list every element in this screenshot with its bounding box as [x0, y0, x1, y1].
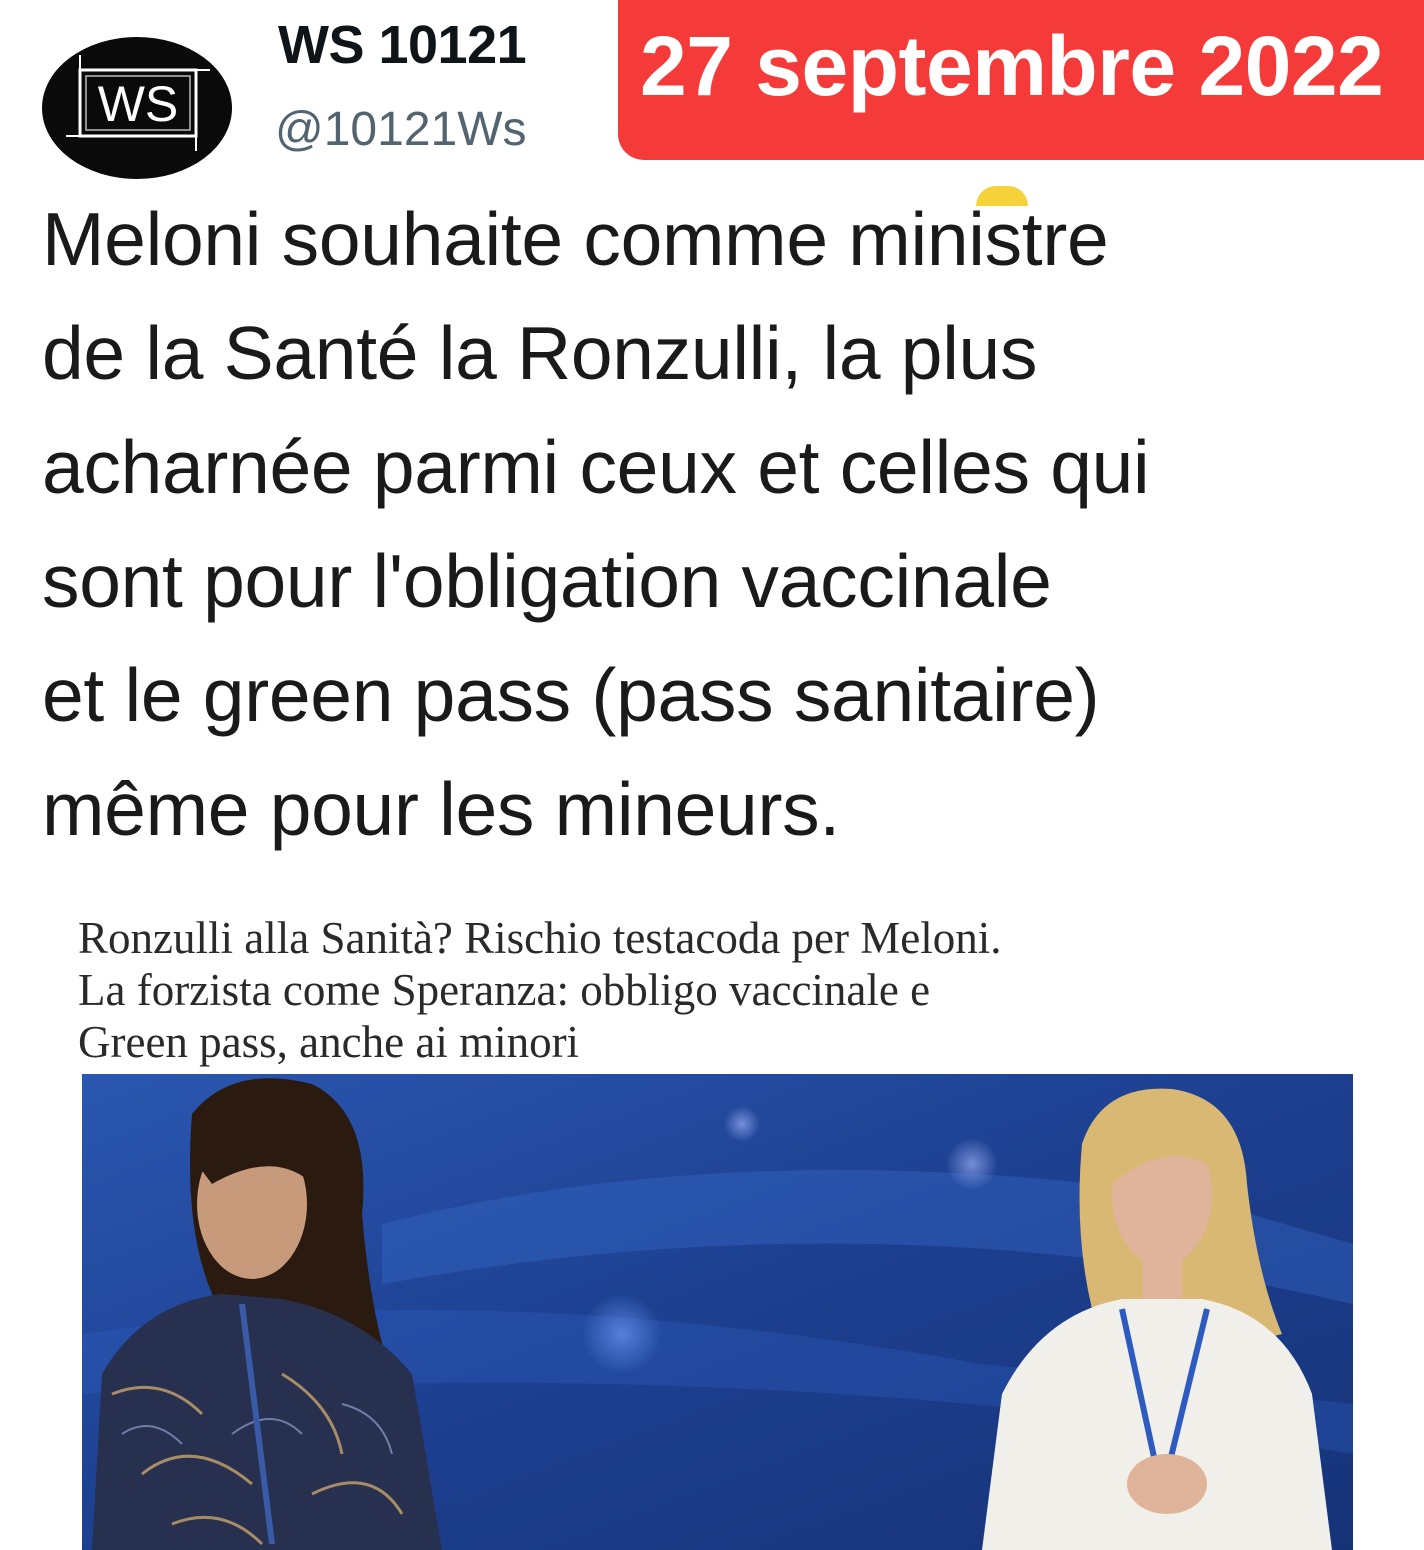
- tweet-text: Meloni souhaite comme ministre de la San…: [42, 182, 1412, 866]
- article-headline-line: Ronzulli alla Sanità? Rischio testacoda …: [78, 913, 1002, 963]
- author-display-name[interactable]: WS 10121: [278, 14, 527, 76]
- tweet-text-line: de la Santé la Ronzulli, la plus: [42, 311, 1038, 395]
- ws-logo-icon: WS: [66, 55, 210, 151]
- article-photo[interactable]: [82, 1074, 1353, 1550]
- tweet-text-line: sont pour l'obligation vaccinale: [42, 539, 1052, 623]
- date-badge-text: 27 septembre 2022: [640, 19, 1384, 113]
- embedded-article-image[interactable]: Ronzulli alla Sanità? Rischio testacoda …: [12, 900, 1424, 1550]
- svg-text:WS: WS: [98, 76, 179, 132]
- two-women-conference-photo-icon: [82, 1074, 1353, 1550]
- article-headline: Ronzulli alla Sanità? Rischio testacoda …: [78, 912, 1398, 1068]
- tweet-text-line: acharnée parmi ceux et celles qui: [42, 425, 1150, 509]
- tweet-text-line: Meloni souhaite comme ministre: [42, 197, 1109, 281]
- article-headline-line: La forzista come Speranza: obbligo vacci…: [78, 965, 931, 1015]
- tweet-text-line: même pour les mineurs.: [42, 767, 840, 851]
- author-handle[interactable]: @10121Ws: [275, 102, 527, 157]
- profile-avatar[interactable]: WS: [42, 37, 232, 179]
- tweet-text-line: et le green pass (pass sanitaire): [42, 653, 1100, 737]
- article-headline-line: Green pass, anche ai minori: [78, 1017, 580, 1067]
